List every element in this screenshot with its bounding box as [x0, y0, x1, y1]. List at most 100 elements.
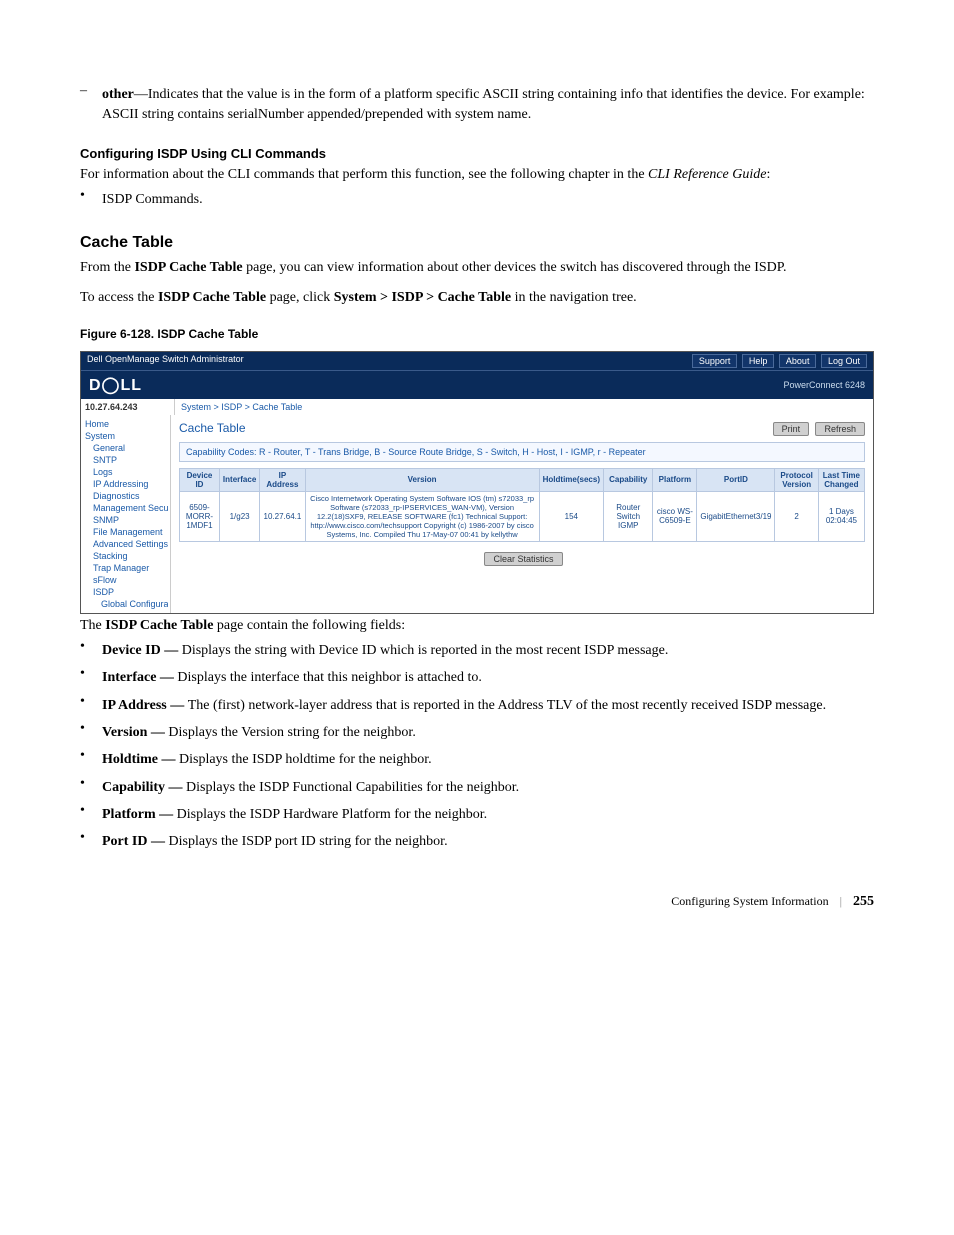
cache-p2-c: page, click [266, 290, 334, 305]
fields-intro-a: The [80, 618, 105, 633]
fields-intro-b: ISDP Cache Table [105, 618, 213, 633]
ss-title-row: Cache Table Print Refresh [179, 421, 865, 436]
page-footer: Configuring System Information | 255 [80, 894, 874, 910]
bullet-icon: • [80, 188, 102, 212]
cache-p1-a: From the [80, 260, 134, 275]
cache-p2-a: To access the [80, 290, 158, 305]
cell-capability: Router Switch IGMP [604, 491, 653, 541]
ss-topbar-title: Dell OpenManage Switch Administrator [87, 354, 244, 368]
cell-devid: 6509-MORR-1MDF1 [180, 491, 220, 541]
cell-portid: GigabitEthernet3/19 [697, 491, 775, 541]
field-desc: Displays the interface that this neighbo… [177, 670, 481, 685]
nav-isdp[interactable]: ISDP [83, 586, 168, 598]
other-text: other—Indicates that the value is in the… [102, 85, 874, 126]
col-capability: Capability [604, 468, 653, 491]
fields-intro: The ISDP Cache Table page contain the fo… [80, 616, 874, 636]
field-ip-address: • IP Address — The (first) network-layer… [80, 694, 874, 718]
title-buttons: Print Refresh [770, 421, 865, 436]
clear-statistics-button[interactable]: Clear Statistics [484, 552, 562, 566]
nav-trap[interactable]: Trap Manager [83, 562, 168, 574]
screenshot: Dell OpenManage Switch Administrator Sup… [80, 351, 874, 614]
bullet-icon: • [80, 830, 102, 854]
nav-mgmtsec[interactable]: Management Secur [83, 502, 168, 514]
bullet-icon: • [80, 639, 102, 663]
cli-para-a: For information about the CLI commands t… [80, 167, 648, 182]
cache-table-heading: Cache Table [80, 234, 874, 252]
field-interface: • Interface — Displays the interface tha… [80, 666, 874, 690]
nav-advset[interactable]: Advanced Settings [83, 538, 168, 550]
cli-heading: Configuring ISDP Using CLI Commands [80, 146, 874, 161]
field-port-id: • Port ID — Displays the ISDP port ID st… [80, 830, 874, 854]
about-button[interactable]: About [779, 354, 817, 368]
field-holdtime: • Holdtime — Displays the ISDP holdtime … [80, 748, 874, 772]
ss-main: Cache Table Print Refresh Capability Cod… [171, 415, 873, 613]
footer-page-number: 255 [853, 894, 874, 909]
footer-sep-icon: | [840, 894, 842, 908]
col-last-changed: Last Time Changed [818, 468, 864, 491]
cache-p1-b: ISDP Cache Table [134, 260, 242, 275]
col-device-id: Device ID [180, 468, 220, 491]
product-label: PowerConnect 6248 [783, 380, 865, 390]
col-holdtime: Holdtime(secs) [539, 468, 603, 491]
field-text: Interface — Displays the interface that … [102, 668, 482, 688]
nav-globalcfg[interactable]: Global Configurat [83, 598, 168, 610]
field-text: Device ID — Displays the string with Dev… [102, 641, 668, 661]
col-protocol-version: Protocol Version [775, 468, 818, 491]
nav-home[interactable]: Home [83, 418, 168, 430]
nav-filemgmt[interactable]: File Management [83, 526, 168, 538]
field-text: Capability — Displays the ISDP Functiona… [102, 778, 519, 798]
sub-bullet-other: – other—Indicates that the value is in t… [80, 83, 874, 128]
support-button[interactable]: Support [692, 354, 738, 368]
cache-p2: To access the ISDP Cache Table page, cli… [80, 288, 874, 308]
cell-platform: cisco WS-C6509-E [653, 491, 697, 541]
col-interface: Interface [219, 468, 259, 491]
cache-p2-b: ISDP Cache Table [158, 290, 266, 305]
cell-iface: 1/g23 [219, 491, 259, 541]
field-desc: Displays the Version string for the neig… [168, 725, 415, 740]
field-label: Capability — [102, 780, 186, 795]
cell-ipaddr: 10.27.64.1 [260, 491, 305, 541]
logout-button[interactable]: Log Out [821, 354, 867, 368]
field-desc: Displays the string with Device ID which… [182, 643, 669, 658]
dell-logo: D◯LL [89, 375, 142, 395]
table-row: 6509-MORR-1MDF1 1/g23 10.27.64.1 Cisco I… [180, 491, 865, 541]
page-title: Cache Table [179, 421, 246, 435]
field-text: Platform — Displays the ISDP Hardware Pl… [102, 805, 487, 825]
field-label: IP Address — [102, 698, 188, 713]
bullet-icon: • [80, 666, 102, 690]
breadcrumb: System > ISDP > Cache Table [175, 399, 873, 415]
nav-ipaddr[interactable]: IP Addressing [83, 478, 168, 490]
cell-version: Cisco Internetwork Operating System Soft… [305, 491, 539, 541]
field-text: IP Address — The (first) network-layer a… [102, 696, 826, 716]
nav-tree: Home System General SNTP Logs IP Address… [81, 415, 171, 613]
nav-general[interactable]: General [83, 442, 168, 454]
field-label: Holdtime — [102, 752, 179, 767]
field-desc: The (first) network-layer address that i… [188, 698, 826, 713]
nav-snmp[interactable]: SNMP [83, 514, 168, 526]
nav-logs[interactable]: Logs [83, 466, 168, 478]
col-platform: Platform [653, 468, 697, 491]
bullet-icon: • [80, 803, 102, 827]
nav-system[interactable]: System [83, 430, 168, 442]
nav-diag[interactable]: Diagnostics [83, 490, 168, 502]
cli-bullet-text: ISDP Commands. [102, 190, 203, 210]
figure-caption: Figure 6-128. ISDP Cache Table [80, 327, 874, 341]
cache-table-grid: Device ID Interface IP Address Version H… [179, 468, 865, 542]
cli-bullet: • ISDP Commands. [80, 188, 874, 212]
col-ip-address: IP Address [260, 468, 305, 491]
ss-topbar: Dell OpenManage Switch Administrator Sup… [81, 352, 873, 370]
field-desc: Displays the ISDP Hardware Platform for … [177, 807, 488, 822]
clear-row: Clear Statistics [179, 542, 865, 572]
nav-sflow[interactable]: sFlow [83, 574, 168, 586]
cache-p2-e: in the navigation tree. [511, 290, 637, 305]
refresh-button[interactable]: Refresh [815, 422, 865, 436]
ss-crumb-row: 10.27.64.243 System > ISDP > Cache Table [81, 399, 873, 415]
cell-lastchanged: 1 Days 02:04:45 [818, 491, 864, 541]
help-button[interactable]: Help [742, 354, 775, 368]
col-portid: PortID [697, 468, 775, 491]
nav-stacking[interactable]: Stacking [83, 550, 168, 562]
footer-section: Configuring System Information [671, 894, 828, 908]
nav-sntp[interactable]: SNTP [83, 454, 168, 466]
print-button[interactable]: Print [773, 422, 810, 436]
cache-p1-c: page, you can view information about oth… [243, 260, 787, 275]
